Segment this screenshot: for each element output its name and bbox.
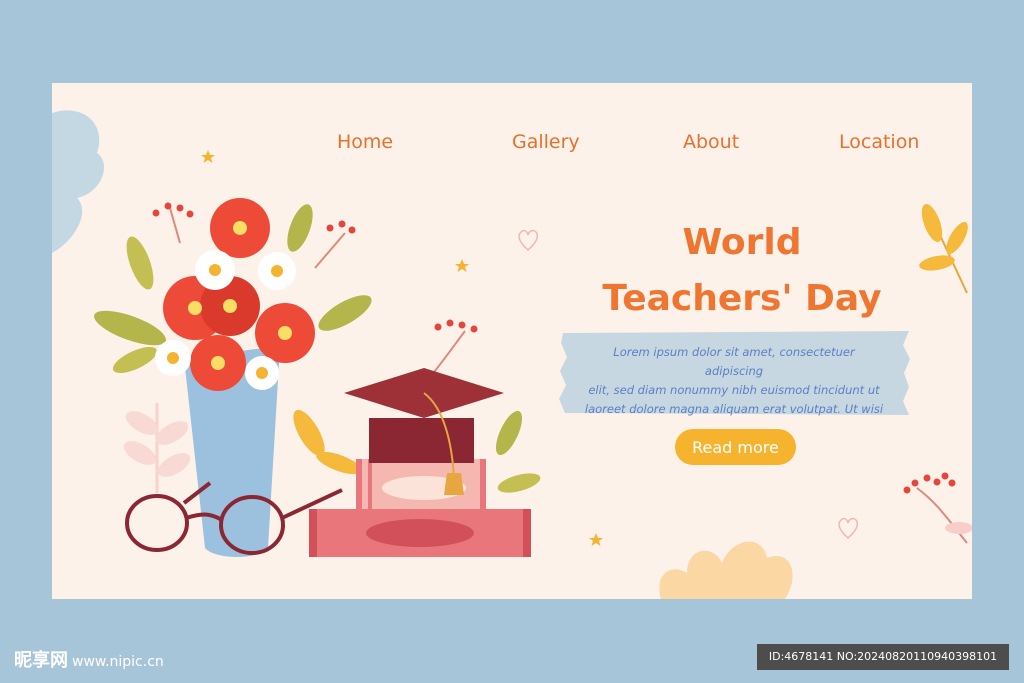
star-icon [455,259,469,272]
watermark-brand-name: 昵享网 [14,650,68,671]
nav-link-about[interactable]: About [683,131,739,153]
page-title-line-1: World [682,222,802,263]
graduation-cap-books-illustration [293,368,541,557]
read-more-button[interactable]: Read more [675,429,796,465]
hero-description-line-3: laoreet dolore magna aliquam erat volutp… [584,402,884,416]
page-title-line-2: Teachers' Day [602,278,882,319]
top-navigation: Home Gallery About Location [52,131,972,157]
berry-branch-right-decoration [903,472,972,544]
page-title: World Teachers' Day [557,215,927,327]
star-icon [589,533,603,546]
leaf-orange-bottom-decoration [659,541,793,599]
heart-outline-icon [518,229,539,252]
nav-link-location[interactable]: Location [839,131,919,153]
watermark-site: www.nipic.cn [72,654,164,670]
watermark-brand: 昵享网 www.nipic.cn [14,646,164,672]
hero-description-line-2: elit, sed diam nonummy nibh euismod tinc… [588,383,880,397]
nav-link-gallery[interactable]: Gallery [512,131,580,153]
watermark-id-badge: ID:4678141 NO:20240820110940398101 [757,644,1009,670]
hero-description-line-1: Lorem ipsum dolor sit amet, consectetuer… [613,345,855,378]
nav-link-home[interactable]: Home [337,131,393,153]
hero-description: Lorem ipsum dolor sit amet, consectetuer… [584,343,884,419]
landing-card: Home Gallery About Location World Teache… [52,83,972,599]
heart-outline-icon [838,517,859,540]
